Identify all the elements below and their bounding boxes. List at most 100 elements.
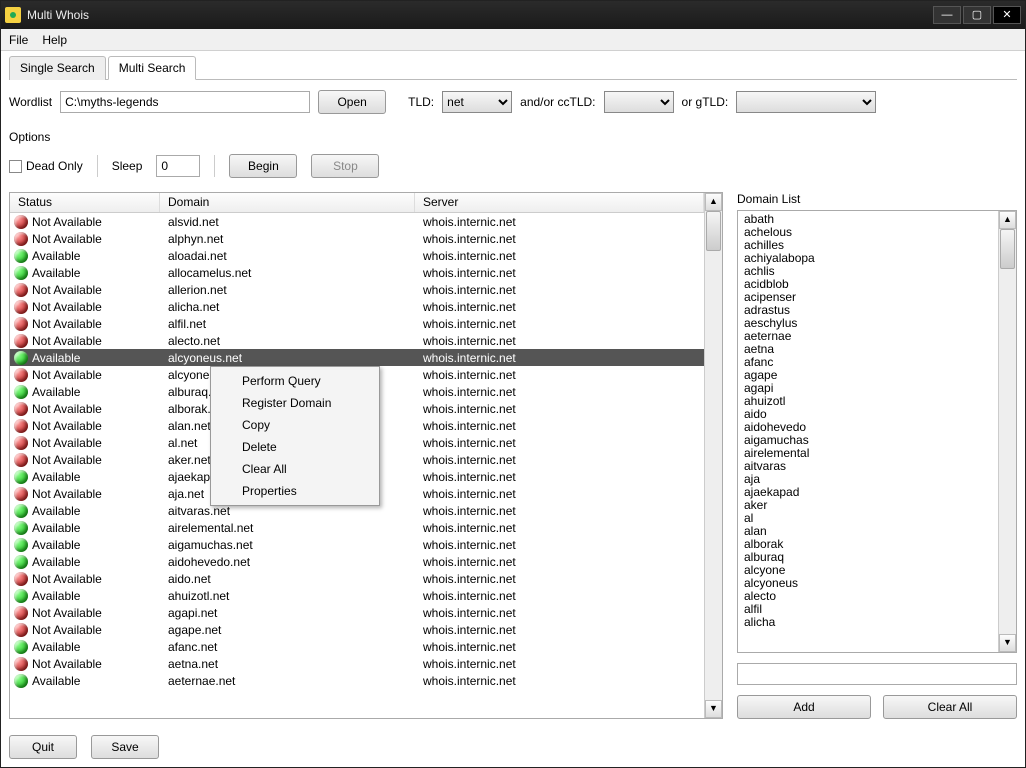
close-button[interactable]: ✕: [993, 6, 1021, 24]
maximize-button[interactable]: ▢: [963, 6, 991, 24]
open-button[interactable]: Open: [318, 90, 386, 114]
table-row[interactable]: Not Availableagapi.netwhois.internic.net: [10, 604, 704, 621]
menu-help[interactable]: Help: [42, 33, 67, 47]
domain-add-input[interactable]: [737, 663, 1017, 685]
ctx-register-domain[interactable]: Register Domain: [214, 392, 376, 414]
list-item[interactable]: alicha: [744, 616, 992, 629]
list-item[interactable]: alfil: [744, 603, 992, 616]
col-status[interactable]: Status: [10, 193, 160, 212]
table-row[interactable]: Availableafanc.netwhois.internic.net: [10, 638, 704, 655]
menu-file[interactable]: File: [9, 33, 28, 47]
save-button[interactable]: Save: [91, 735, 159, 759]
status-text: Available: [32, 249, 80, 263]
table-row[interactable]: Not Availableaetna.netwhois.internic.net: [10, 655, 704, 672]
content-area: Single Search Multi Search Wordlist Open…: [1, 51, 1025, 727]
tab-multi-search[interactable]: Multi Search: [108, 56, 197, 80]
cctld-select[interactable]: [604, 91, 674, 113]
server-cell: whois.internic.net: [415, 368, 704, 382]
list-item[interactable]: achiyalabopa: [744, 252, 992, 265]
checkbox-icon: [9, 160, 22, 173]
add-button[interactable]: Add: [737, 695, 871, 719]
list-item[interactable]: ahuizotl: [744, 395, 992, 408]
app-icon: [5, 7, 21, 23]
domain-list-box: abathachelousachillesachiyalabopaachlisa…: [737, 210, 1017, 653]
quit-button[interactable]: Quit: [9, 735, 77, 759]
list-item[interactable]: aetna: [744, 343, 992, 356]
ctx-properties[interactable]: Properties: [214, 480, 376, 502]
not-available-icon: [14, 657, 28, 671]
domain-list-items[interactable]: abathachelousachillesachiyalabopaachlisa…: [738, 211, 998, 652]
table-row[interactable]: Availableallocamelus.netwhois.internic.n…: [10, 264, 704, 281]
tab-single-search[interactable]: Single Search: [9, 56, 106, 80]
list-item[interactable]: al: [744, 512, 992, 525]
list-item[interactable]: aitvaras: [744, 460, 992, 473]
list-item[interactable]: agape: [744, 369, 992, 382]
table-row[interactable]: Not Availableagape.netwhois.internic.net: [10, 621, 704, 638]
list-item[interactable]: ajaekapad: [744, 486, 992, 499]
status-text: Not Available: [32, 419, 102, 433]
gtld-label: or gTLD:: [682, 95, 729, 109]
ctx-perform-query[interactable]: Perform Query: [214, 370, 376, 392]
domainlist-scrollbar[interactable]: ▲ ▼: [998, 211, 1016, 652]
ctx-clear-all[interactable]: Clear All: [214, 458, 376, 480]
list-item[interactable]: alcyoneus: [744, 577, 992, 590]
list-item[interactable]: alecto: [744, 590, 992, 603]
wordlist-row: Wordlist Open TLD: net and/or ccTLD: or …: [9, 90, 1017, 114]
server-cell: whois.internic.net: [415, 657, 704, 671]
table-row[interactable]: Availableaidohevedo.netwhois.internic.ne…: [10, 553, 704, 570]
minimize-button[interactable]: —: [933, 6, 961, 24]
status-text: Available: [32, 555, 80, 569]
server-cell: whois.internic.net: [415, 453, 704, 467]
domain-cell: aloadai.net: [160, 249, 415, 263]
footer: Quit Save: [1, 727, 1025, 767]
table-row[interactable]: Not Availablealphyn.netwhois.internic.ne…: [10, 230, 704, 247]
cctld-label: and/or ccTLD:: [520, 95, 595, 109]
list-item[interactable]: afanc: [744, 356, 992, 369]
window-buttons: — ▢ ✕: [933, 6, 1021, 24]
table-row[interactable]: Not Availablealicha.netwhois.internic.ne…: [10, 298, 704, 315]
list-item[interactable]: aker: [744, 499, 992, 512]
status-text: Available: [32, 589, 80, 603]
sleep-input[interactable]: [156, 155, 200, 177]
clear-all-button[interactable]: Clear All: [883, 695, 1017, 719]
table-row[interactable]: Not Availableallerion.netwhois.internic.…: [10, 281, 704, 298]
server-cell: whois.internic.net: [415, 419, 704, 433]
table-row[interactable]: Availablealcyoneus.netwhois.internic.net: [10, 349, 704, 366]
not-available-icon: [14, 334, 28, 348]
scroll-thumb[interactable]: [1000, 229, 1015, 269]
table-row[interactable]: Not Availableaido.netwhois.internic.net: [10, 570, 704, 587]
not-available-icon: [14, 402, 28, 416]
col-server[interactable]: Server: [415, 193, 704, 212]
available-icon: [14, 640, 28, 654]
tld-select[interactable]: net: [442, 91, 512, 113]
ctx-delete[interactable]: Delete: [214, 436, 376, 458]
dead-only-checkbox[interactable]: Dead Only: [9, 159, 83, 173]
table-row[interactable]: Availableahuizotl.netwhois.internic.net: [10, 587, 704, 604]
table-row[interactable]: Availableaeternae.netwhois.internic.net: [10, 672, 704, 689]
scroll-down-icon[interactable]: ▼: [999, 634, 1016, 652]
status-text: Not Available: [32, 317, 102, 331]
table-row[interactable]: Availablealoadai.netwhois.internic.net: [10, 247, 704, 264]
ctx-copy[interactable]: Copy: [214, 414, 376, 436]
table-row[interactable]: Availableairelemental.netwhois.internic.…: [10, 519, 704, 536]
results-scrollbar[interactable]: ▲ ▼: [704, 193, 722, 718]
begin-button[interactable]: Begin: [229, 154, 297, 178]
table-row[interactable]: Availableaigamuchas.netwhois.internic.ne…: [10, 536, 704, 553]
stop-button[interactable]: Stop: [311, 154, 379, 178]
list-item[interactable]: aeternae: [744, 330, 992, 343]
table-row[interactable]: Not Availablealsvid.netwhois.internic.ne…: [10, 213, 704, 230]
gtld-select[interactable]: [736, 91, 876, 113]
scroll-up-icon[interactable]: ▲: [999, 211, 1016, 229]
available-icon: [14, 521, 28, 535]
col-domain[interactable]: Domain: [160, 193, 415, 212]
scroll-thumb[interactable]: [706, 211, 721, 251]
domain-cell: afanc.net: [160, 640, 415, 654]
scroll-down-icon[interactable]: ▼: [705, 700, 722, 718]
wordlist-input[interactable]: [60, 91, 310, 113]
status-text: Not Available: [32, 453, 102, 467]
scroll-up-icon[interactable]: ▲: [705, 193, 722, 211]
table-row[interactable]: Not Availablealfil.netwhois.internic.net: [10, 315, 704, 332]
not-available-icon: [14, 215, 28, 229]
table-row[interactable]: Not Availablealecto.netwhois.internic.ne…: [10, 332, 704, 349]
server-cell: whois.internic.net: [415, 521, 704, 535]
